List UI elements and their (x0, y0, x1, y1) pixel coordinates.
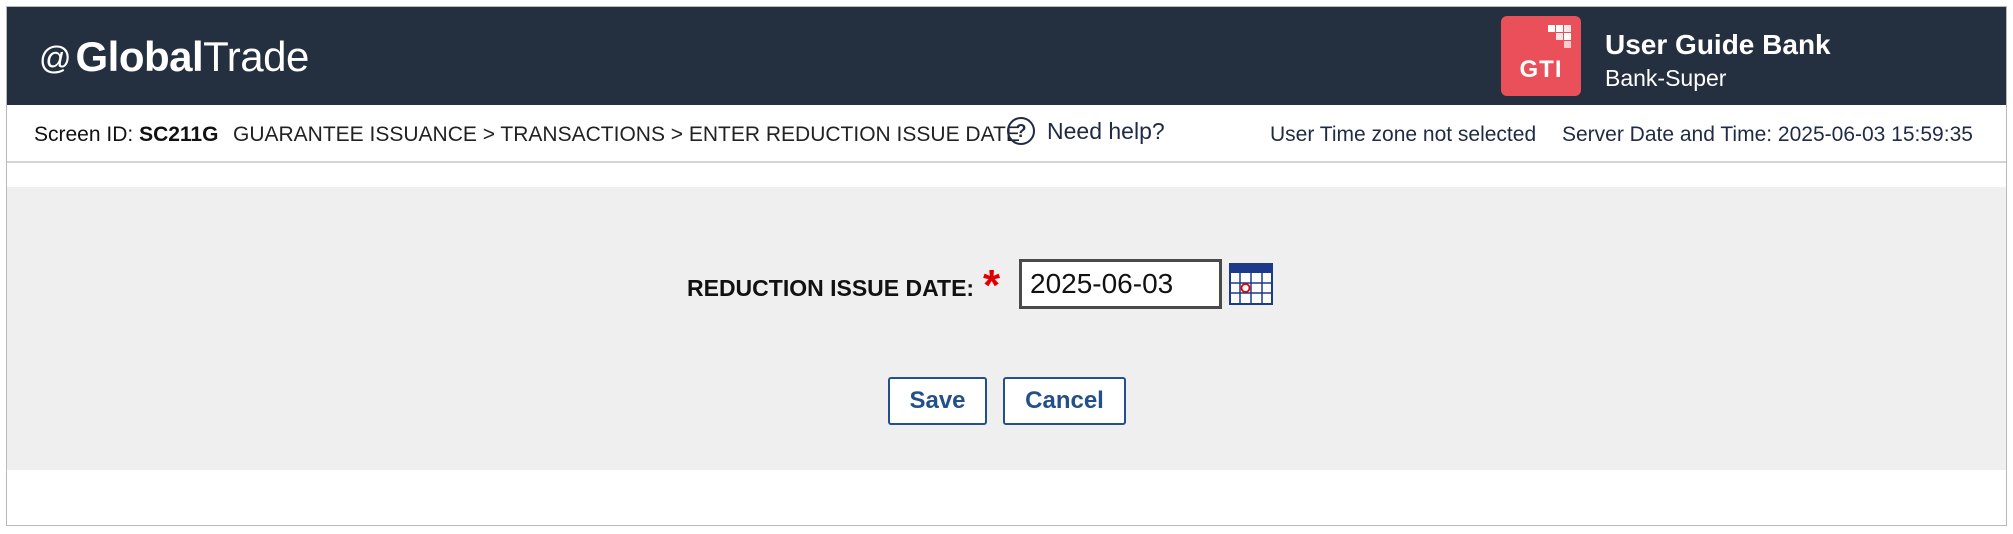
need-help-link[interactable]: ? Need help? (1007, 117, 1165, 145)
screen-id: Screen ID: SC211G (34, 123, 218, 147)
save-button[interactable]: Save (888, 377, 987, 425)
app-header: @ Global Trade GTI User Guide Bank Bank-… (7, 7, 2006, 105)
need-help-label: Need help? (1047, 117, 1165, 144)
logo-at: @ (39, 40, 72, 76)
logo-bold-text: Global (75, 33, 204, 80)
gti-badge: GTI (1501, 16, 1581, 96)
globaltrade-logo[interactable]: @ Global Trade (39, 33, 309, 80)
bank-role: Bank-Super (1605, 65, 1727, 91)
question-icon: ? (1007, 117, 1035, 145)
gti-badge-text: GTI (1519, 56, 1563, 83)
calendar-icon[interactable] (1229, 263, 1273, 305)
breadcrumb: GUARANTEE ISSUANCE > TRANSACTIONS > ENTE… (233, 123, 1020, 146)
reduction-issue-date-input[interactable] (1019, 259, 1222, 309)
cancel-button[interactable]: Cancel (1003, 377, 1126, 425)
reduction-issue-date-label: REDUCTION ISSUE DATE: (687, 275, 975, 301)
server-date-time: Server Date and Time: 2025-06-03 15:59:3… (1562, 123, 1973, 146)
screen-id-value: SC211G (139, 123, 219, 146)
info-bar: Screen ID: SC211G GUARANTEE ISSUANCE > T… (7, 105, 2006, 163)
required-marker: * (983, 261, 1001, 310)
logo-light-text: Trade (203, 33, 309, 80)
form-panel: REDUCTION ISSUE DATE: * Save Cancel (7, 187, 2006, 470)
bank-name: User Guide Bank (1605, 29, 1831, 60)
app-window: @ Global Trade GTI User Guide Bank Bank-… (6, 6, 2007, 526)
screen-id-label: Screen ID: (34, 123, 134, 146)
gti-dots-icon (1541, 25, 1571, 53)
timezone-status: User Time zone not selected (1270, 123, 1537, 146)
